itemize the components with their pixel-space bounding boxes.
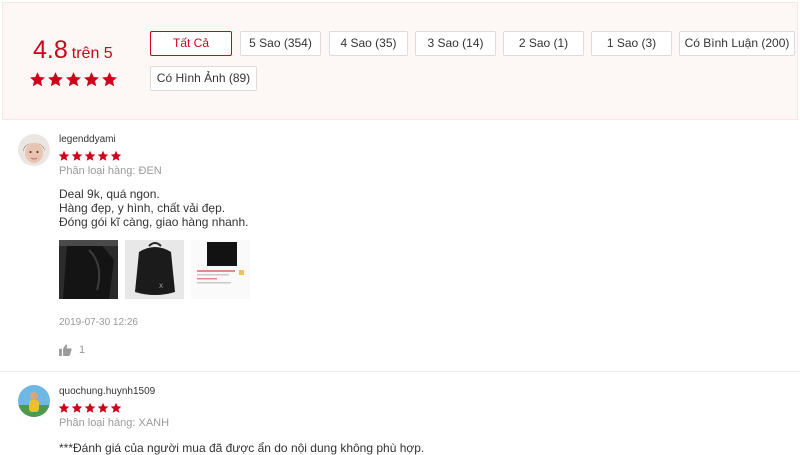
avatar[interactable]: [18, 385, 50, 417]
hidden-review-notice: ***Đánh giá của người mua đã được ẩn do …: [59, 441, 425, 455]
star-icon: [84, 402, 96, 413]
filter-with-comment-button[interactable]: Có Bình Luận (200): [679, 31, 795, 56]
star-icon: [71, 150, 83, 161]
star-icon: [97, 150, 109, 161]
review-stars: [58, 150, 122, 162]
filter-4-star-button[interactable]: 4 Sao (35): [329, 31, 408, 56]
star-icon: [84, 150, 96, 161]
review-item: legenddyami Phân loại hàng: ĐEN Deal 9k,…: [0, 122, 800, 372]
review-stars: [58, 402, 122, 414]
filter-5-star-button[interactable]: 5 Sao (354): [240, 31, 321, 56]
like-count: 1: [79, 344, 86, 356]
review-photo-thumbnail[interactable]: [191, 240, 250, 299]
product-variant: Phân loại hàng: ĐEN: [59, 165, 162, 177]
like-button[interactable]: 1: [59, 344, 85, 356]
rating-filter-bar: Tất Cả 5 Sao (354) 4 Sao (35) 3 Sao (14)…: [3, 3, 797, 119]
review-photo-thumbnail[interactable]: [59, 240, 118, 299]
star-icon: [110, 402, 122, 413]
review-date: 2019-07-30 12:26: [59, 317, 138, 328]
star-icon: [58, 402, 70, 413]
filter-3-star-button[interactable]: 3 Sao (14): [415, 31, 496, 56]
review-text: Deal 9k, quá ngon. Hàng đẹp, y hình, chấ…: [59, 187, 248, 229]
star-icon: [110, 150, 122, 161]
reviewer-username[interactable]: quochung.huynh1509: [59, 386, 155, 397]
filter-2-star-button[interactable]: 2 Sao (1): [503, 31, 584, 56]
filter-1-star-button[interactable]: 1 Sao (3): [591, 31, 672, 56]
filter-with-photo-button[interactable]: Có Hình Ảnh (89): [150, 66, 257, 91]
review-line: Đóng gói kĩ càng, giao hàng nhanh.: [59, 215, 249, 229]
star-icon: [97, 402, 109, 413]
star-icon: [71, 402, 83, 413]
review-photos: X: [59, 240, 250, 299]
product-variant: Phân loại hàng: XANH: [59, 417, 170, 429]
rating-summary-panel: 4.8 trên 5 Tất Cả 5 Sao (354) 4 Sao (35) …: [2, 2, 798, 120]
avatar[interactable]: [18, 134, 50, 166]
review-line: Deal 9k, quá ngon.: [59, 187, 160, 201]
svg-text:X: X: [159, 283, 163, 290]
reviewer-username[interactable]: legenddyami: [59, 134, 116, 145]
review-item: quochung.huynh1509 Phân loại hàng: XANH …: [0, 373, 800, 455]
filter-all-button[interactable]: Tất Cả: [150, 31, 232, 56]
review-photo-thumbnail[interactable]: X: [125, 240, 184, 299]
star-icon: [58, 150, 70, 161]
review-line: Hàng đẹp, y hình, chất vải đẹp.: [59, 201, 226, 215]
thumbs-up-icon: [59, 344, 72, 356]
